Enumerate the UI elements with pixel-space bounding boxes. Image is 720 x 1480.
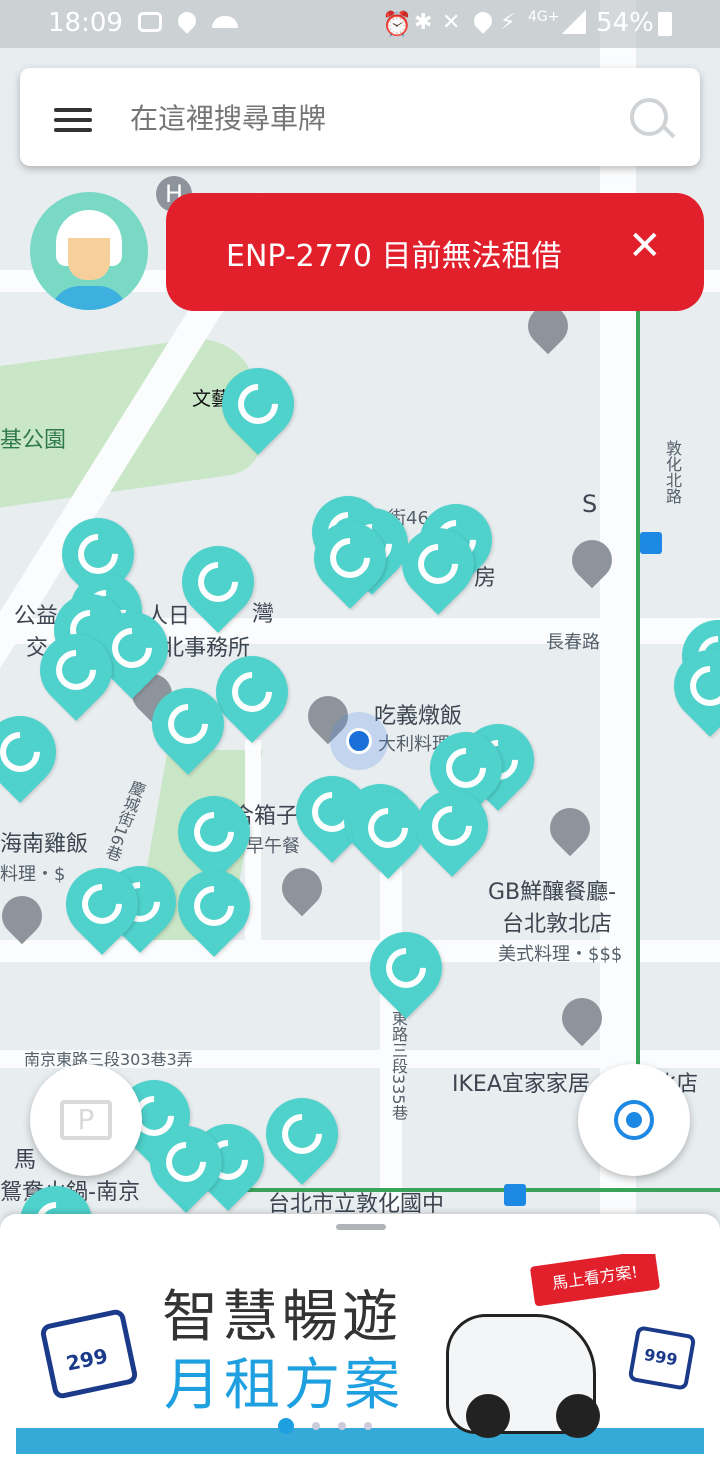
banner-line2: 月租方案	[164, 1353, 404, 1418]
restaurant-poi-icon[interactable]	[541, 799, 599, 857]
parking-button[interactable]: P	[30, 1064, 142, 1176]
restaurant-poi-icon[interactable]	[273, 859, 331, 917]
bus-stop-icon	[504, 1184, 526, 1206]
map-label: 公益	[14, 604, 59, 629]
locate-icon-dot	[626, 1112, 642, 1128]
gps-icon	[470, 8, 496, 34]
scooter-pin-icon[interactable]	[0, 701, 71, 803]
page-indicator	[312, 1422, 320, 1430]
price-left: 299	[64, 1343, 110, 1376]
status-bar: 18:09 ⏰ ✱ ✕ ⚡ 4G+ 54%	[0, 0, 720, 48]
page-indicator-active	[278, 1418, 294, 1434]
map-label: 敦化北路	[663, 440, 682, 504]
banner-stripe	[16, 1428, 704, 1454]
user-location-dot	[346, 728, 372, 754]
map-label: 台北敦北店	[502, 912, 613, 937]
map-label: 慶城街16巷	[101, 777, 148, 864]
parking-icon: P	[60, 1100, 112, 1140]
search-bar[interactable]	[20, 68, 700, 166]
face	[68, 238, 110, 280]
shirt	[50, 286, 128, 310]
cta-badge[interactable]: 馬上看方案!	[529, 1254, 661, 1307]
drag-handle[interactable]	[336, 1224, 386, 1230]
search-icon-handle	[662, 125, 676, 139]
scooter-wheel	[466, 1394, 510, 1438]
weather-icon	[212, 16, 238, 28]
battery-icon	[658, 12, 672, 36]
map-label: S	[582, 490, 598, 518]
map-label: 灣	[252, 602, 275, 627]
map-label: 馬	[14, 1148, 37, 1173]
status-time: 18:09	[48, 8, 123, 38]
page-indicator	[338, 1422, 346, 1430]
map-label: IKEA宜家家居	[452, 1072, 590, 1097]
locate-button[interactable]	[578, 1064, 690, 1176]
promo-banner[interactable]: 299 智慧暢遊 月租方案 馬上看方案! 999	[16, 1254, 704, 1454]
bluetooth-icon: ✱	[414, 10, 433, 35]
price-right: 999	[642, 1345, 679, 1370]
calendar-left-icon: 299	[39, 1307, 139, 1401]
close-icon[interactable]: ✕	[628, 223, 662, 269]
alarm-icon: ⏰	[382, 10, 412, 38]
restaurant-poi-icon[interactable]	[0, 887, 51, 945]
calendar-right-icon: 999	[627, 1325, 697, 1391]
toast-message: ENP-2770 目前無法租借	[226, 239, 562, 274]
scooter-wheel	[556, 1394, 600, 1438]
map-label: 北事務所	[162, 636, 251, 661]
menu-icon[interactable]	[54, 102, 92, 138]
map-label: 早午餐	[246, 836, 300, 857]
map-label: 料理・$	[0, 864, 66, 885]
map-label: 海南雞飯	[0, 832, 89, 857]
mute-icon: ✕	[442, 10, 461, 35]
map-label: GB鮮釀餐廳-	[488, 880, 617, 905]
scooter-pin-icon[interactable]	[355, 917, 457, 1019]
youtube-icon	[138, 12, 162, 32]
green-line	[636, 290, 640, 1150]
map-label: 美式料理・$$$	[498, 944, 623, 965]
network-type: 4G+	[528, 9, 560, 25]
location-icon	[174, 8, 200, 34]
map-label: 南京東路三段303巷3弄	[24, 1050, 193, 1069]
error-toast: ENP-2770 目前無法租借 ✕	[166, 193, 704, 311]
page-indicator	[364, 1422, 372, 1430]
search-input[interactable]	[128, 92, 612, 144]
bus-stop-icon	[640, 532, 662, 554]
map-label: 長春路	[546, 632, 600, 653]
search-icon[interactable]	[630, 98, 668, 136]
map-label: 東路三段335巷	[389, 1010, 408, 1121]
avatar[interactable]	[30, 192, 148, 310]
signal-icon	[562, 10, 586, 34]
battery-percent: 54%	[596, 8, 654, 38]
data-saver-icon: ⚡	[500, 10, 516, 35]
map-label: 吃義燉飯	[374, 704, 463, 729]
scooter-pin-icon[interactable]	[251, 1083, 353, 1185]
map-label: 基公園	[0, 428, 67, 453]
